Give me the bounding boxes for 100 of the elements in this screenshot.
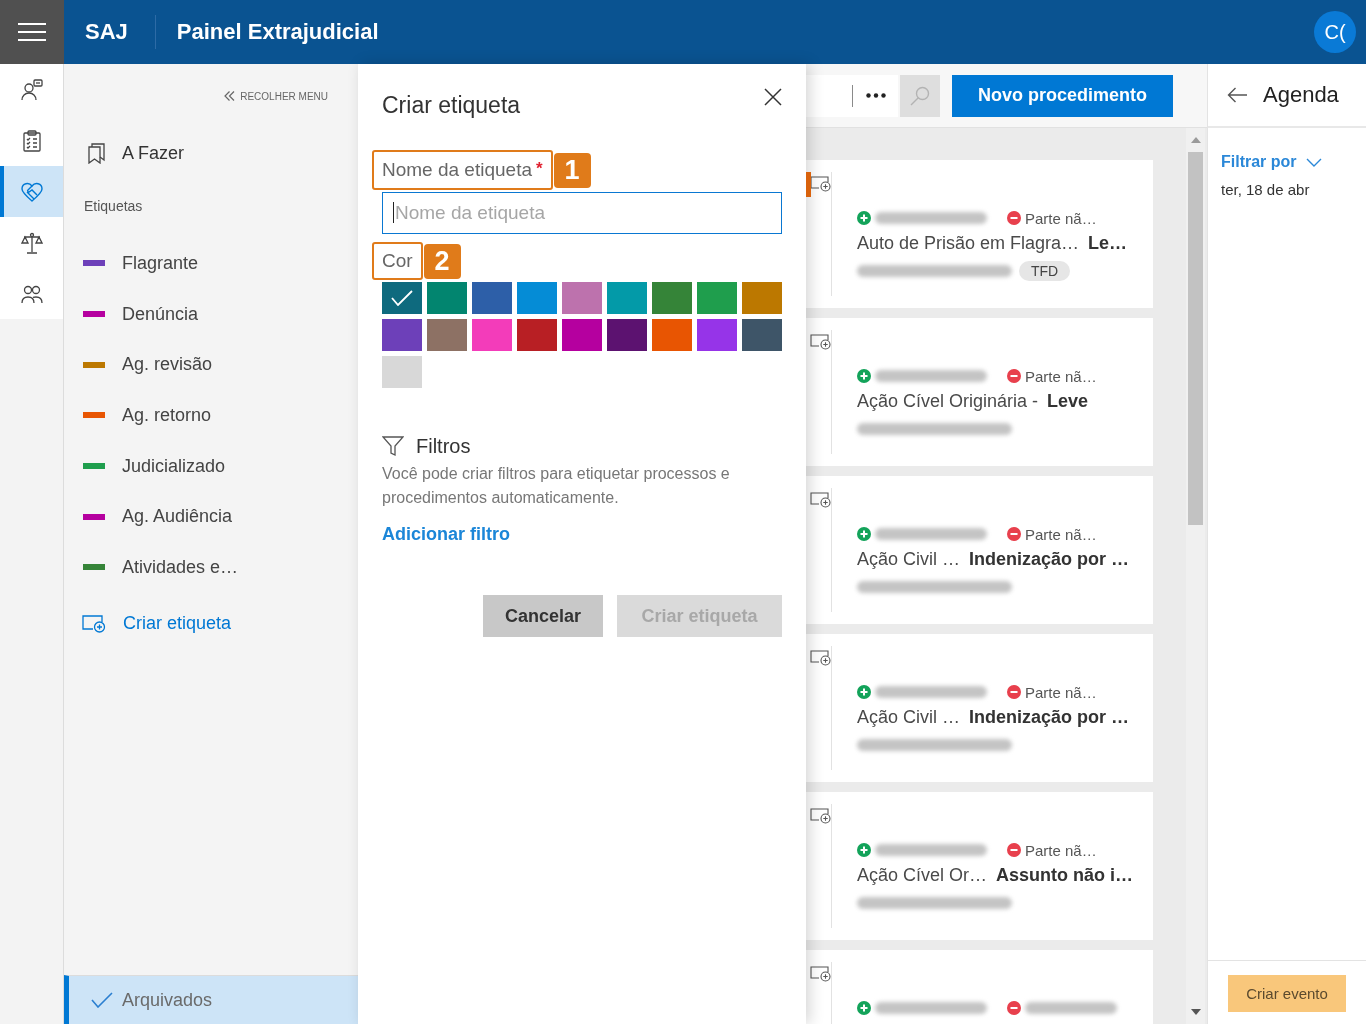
add-filter-link[interactable]: Adicionar filtro [382,522,510,546]
tag-plus-icon [810,650,831,666]
back-button[interactable] [1227,87,1248,103]
callout-number: 2 [423,243,461,279]
tag-item[interactable]: Ag. Audiência [64,491,358,543]
procedure-class: Ação Civil … [857,706,961,729]
minus-circle-icon [1007,685,1021,699]
search-button[interactable] [900,74,940,117]
text-cursor [393,202,394,223]
add-tag-button[interactable] [810,650,831,666]
procedure-class: Auto de Prisão em Flagra… [857,232,1080,255]
date-label: ter, 18 de abr [1221,181,1311,199]
scrollbar-thumb[interactable] [1188,152,1203,525]
procedure-subject: Assunto não i… [996,864,1134,887]
chevron-down-icon [1305,157,1322,167]
plus-circle-icon [857,211,871,225]
party-status: Parte nã… [1025,525,1097,543]
double-chevron-left-icon [224,91,236,101]
procedure-card[interactable]: Parte nã… Ação Cível Or… Assunto não i… [806,792,1153,940]
create-tag-link[interactable]: Criar etiqueta [64,608,358,639]
menu-button[interactable] [0,0,64,64]
app-logo: SAJ [85,19,128,45]
dialog-title: Criar etiqueta [382,91,521,120]
collapse-menu-link[interactable]: RECOLHER MENU [224,86,328,106]
search-field[interactable] [806,74,852,117]
procedure-subject: Leve [1047,390,1089,413]
add-tag-button[interactable] [810,492,831,508]
plus-circle-icon [857,1001,871,1015]
procedure-subject: Le… [1088,232,1128,255]
add-tag-button[interactable] [810,334,831,350]
procedure-class: Ação Civil … [857,548,961,571]
procedure-subject: Indenização por … [969,706,1130,729]
color-swatch[interactable] [517,319,557,351]
procedure-card[interactable]: Parte nã… Ação Cível Originária - Leve [806,318,1153,466]
add-tag-button[interactable] [810,176,831,192]
plus-circle-icon [857,369,871,383]
tag-plus-icon [810,334,831,350]
arrow-left-icon [1227,87,1248,103]
color-swatch[interactable] [697,319,737,351]
minus-circle-icon [1007,1001,1021,1015]
check-icon [391,290,413,306]
color-swatch[interactable] [472,319,512,351]
filter-dropdown[interactable]: Filtrar por [1221,151,1322,173]
minus-circle-icon [1007,369,1021,383]
section-heading: Etiquetas [84,197,144,216]
color-swatch[interactable] [742,282,782,314]
procedure-card[interactable]: Parte nã… Ação Civil … Indenização por … [806,476,1153,624]
plus-circle-icon [857,527,871,541]
color-swatch[interactable] [607,319,647,351]
tag-item[interactable]: Flagrante [64,238,358,289]
required-asterisk: * [536,159,543,179]
search-icon [910,85,930,106]
tag-item[interactable]: Denúncia [64,288,358,340]
tag-item[interactable]: Judicializado [64,440,358,492]
rail-item[interactable] [0,166,63,217]
scroll-down-icon[interactable] [1190,1009,1201,1015]
color-swatch[interactable] [382,319,422,351]
color-swatch[interactable] [562,319,602,351]
add-tag-button[interactable] [810,966,831,982]
color-swatch[interactable] [607,282,647,314]
party-status: Parte nã… [1025,683,1097,701]
color-swatch[interactable] [472,282,512,314]
tag-item[interactable]: Atividades e… [64,542,358,593]
color-swatch[interactable] [652,282,692,314]
todo-item[interactable]: A Fazer [64,138,358,168]
color-swatch[interactable] [697,282,737,314]
tag-item[interactable]: Ag. retorno [64,390,358,441]
tag-plus-icon [810,966,831,982]
field-label: Cor [382,250,413,272]
add-tag-button[interactable] [810,808,831,824]
create-event-button[interactable]: Criar evento [1228,975,1346,1012]
filter-icon [382,435,404,457]
user-avatar[interactable]: C( [1314,11,1356,53]
minus-circle-icon [1007,211,1021,225]
color-swatch[interactable] [427,319,467,351]
procedure-card[interactable]: Parte nã… Auto de Prisão em Flagra… Le… TFD [806,160,1153,308]
tag-item[interactable]: Ag. revisão [64,339,358,391]
panel-title: Agenda [1263,82,1339,108]
new-procedure-button[interactable]: Novo procedimento [952,74,1173,117]
section-title: Filtros [416,434,471,458]
color-swatch[interactable] [652,319,692,351]
archived-item[interactable]: Arquivados [64,975,358,1024]
color-swatch[interactable] [517,282,557,314]
more-button[interactable] [853,74,898,117]
color-swatch[interactable] [742,319,782,351]
tag-badge: TFD [1019,261,1071,281]
color-swatch[interactable] [427,282,467,314]
scroll-up-icon[interactable] [1190,137,1201,143]
tag-plus-icon [810,492,831,508]
tag-plus-icon [810,176,831,192]
name-input-field[interactable]: Nome da etiqueta [382,192,782,234]
plus-circle-icon [857,843,871,857]
party-status: Parte nã… [1025,367,1097,385]
color-swatch[interactable] [562,282,602,314]
cancel-button[interactable]: Cancelar [483,595,603,637]
color-swatch[interactable] [382,356,422,388]
close-button[interactable] [764,88,782,106]
procedure-card[interactable]: Parte nã… Ação Civil … Indenização por … [806,634,1153,782]
app-title: Painel Extrajudicial [176,19,379,45]
color-swatch[interactable] [382,282,422,314]
